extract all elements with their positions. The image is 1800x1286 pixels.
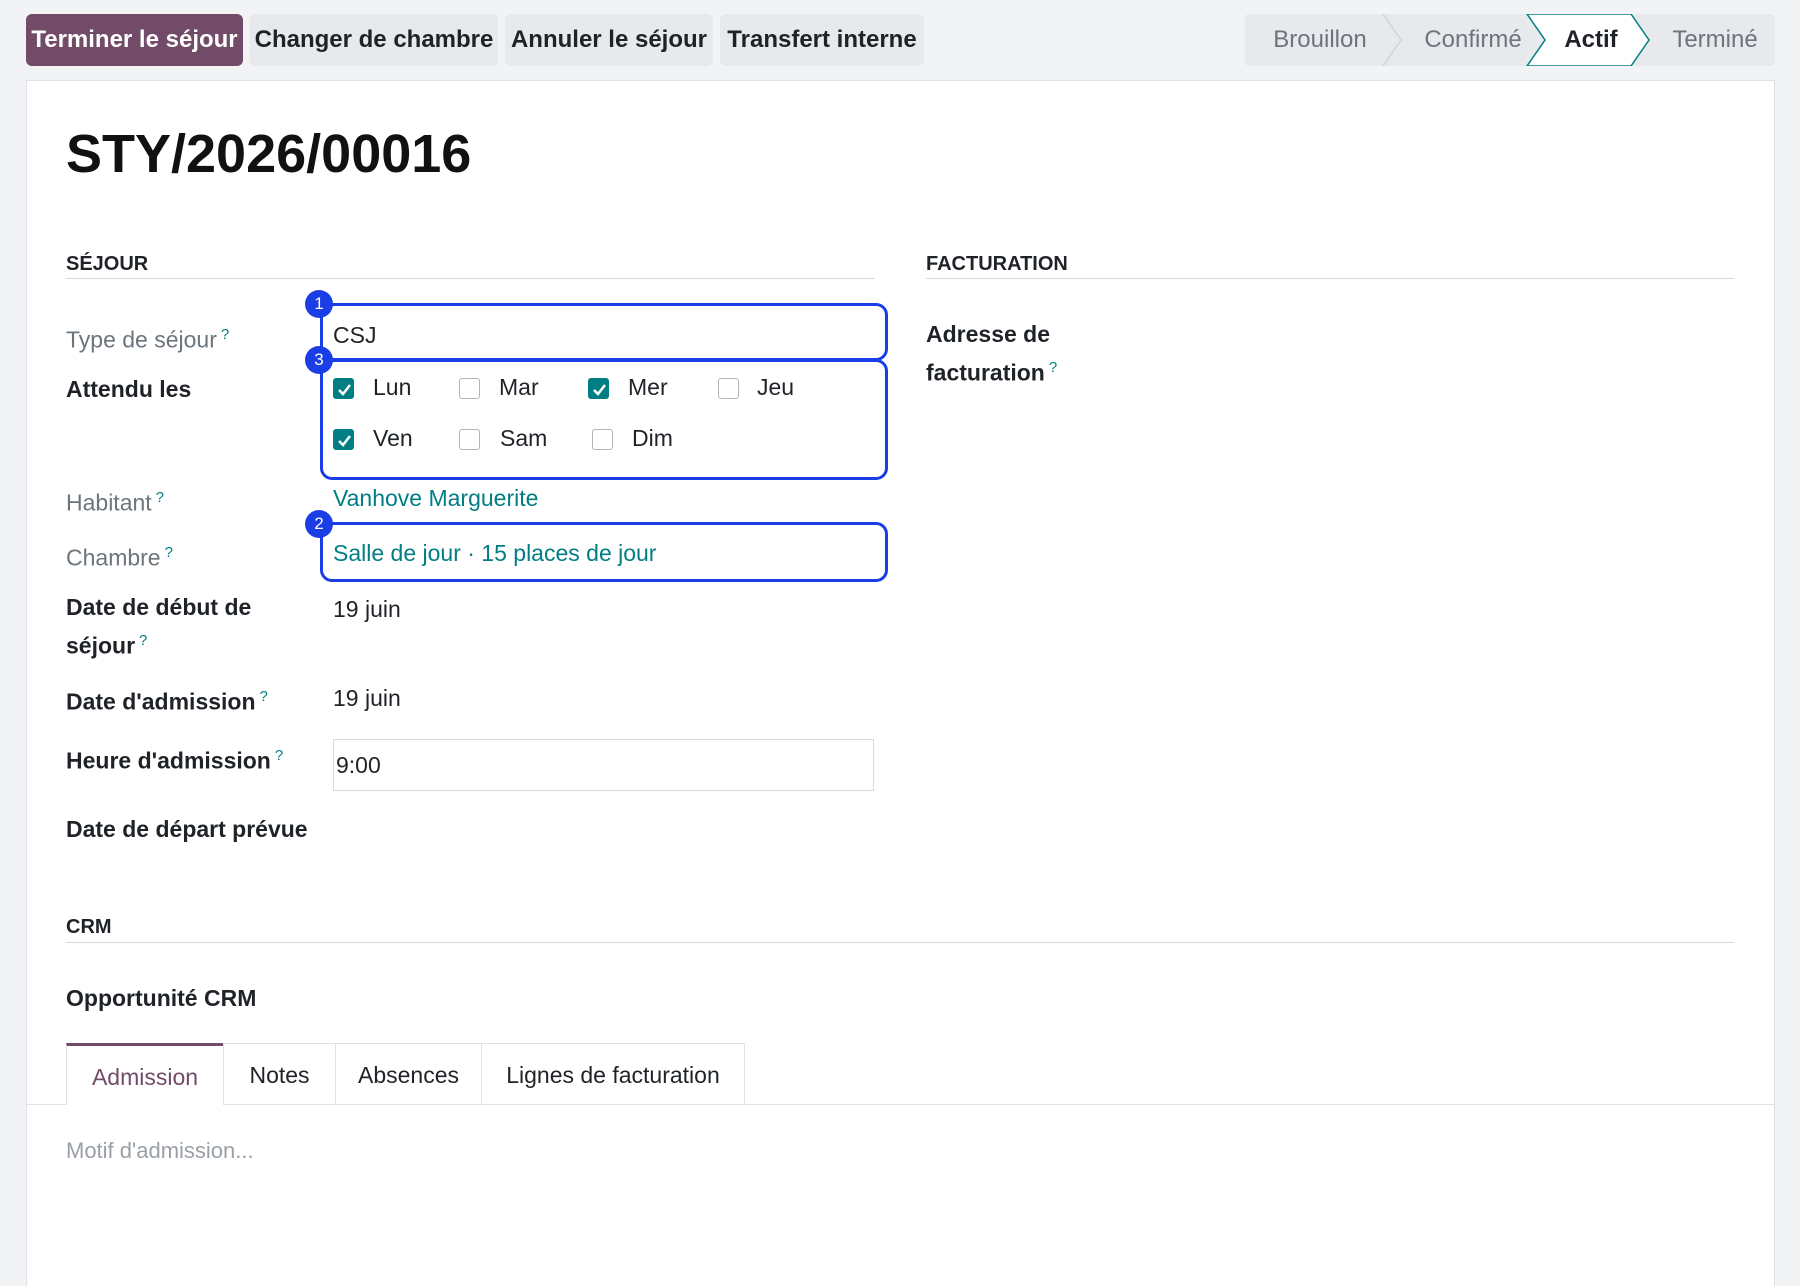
expected-days-label: Attendu les xyxy=(66,376,192,402)
highlight-box-1 xyxy=(320,303,888,361)
stage-draft[interactable]: Brouillon xyxy=(1245,14,1395,66)
section-billing-divider xyxy=(926,278,1734,279)
help-icon[interactable]: ? xyxy=(1049,359,1057,376)
checkbox-jeu[interactable] xyxy=(718,378,739,399)
stage-done[interactable]: Terminé xyxy=(1655,14,1775,66)
checkmark-icon xyxy=(338,435,351,447)
tab-admission[interactable]: Admission xyxy=(66,1043,224,1105)
checkbox-mar[interactable] xyxy=(459,378,480,399)
help-icon[interactable]: ? xyxy=(275,747,283,764)
start-date-label: Date de début de séjour? xyxy=(66,594,252,659)
stage-confirmed[interactable]: Confirmé xyxy=(1403,14,1543,66)
highlight-box-2 xyxy=(320,522,888,582)
help-icon[interactable]: ? xyxy=(165,544,173,561)
help-icon[interactable]: ? xyxy=(260,688,268,705)
stay-type-label: Type de séjour? xyxy=(66,326,230,353)
day-label-mar: Mar xyxy=(499,374,539,400)
admission-reason-input[interactable]: Motif d'admission... xyxy=(66,1138,254,1164)
section-billing-header: FACTURATION xyxy=(926,253,1068,275)
day-label-sam: Sam xyxy=(500,425,548,451)
checkbox-sam[interactable] xyxy=(459,429,480,450)
stage-active[interactable]: Actif xyxy=(1545,14,1637,66)
start-date-value: 19 juin xyxy=(333,596,401,622)
billing-address-label: Adresse de facturation? xyxy=(926,321,1058,386)
tab-notes[interactable]: Notes xyxy=(223,1043,336,1105)
day-label-dim: Dim xyxy=(632,425,673,451)
checkmark-icon xyxy=(593,384,606,396)
record-title: STY/2026/00016 xyxy=(66,124,472,184)
admission-date-value: 19 juin xyxy=(333,685,401,711)
help-icon[interactable]: ? xyxy=(139,632,147,649)
tab-absences[interactable]: Absences xyxy=(335,1043,482,1105)
section-stay-divider xyxy=(66,278,875,279)
tab-billing-lines[interactable]: Lignes de facturation xyxy=(481,1043,745,1105)
day-label-mer: Mer xyxy=(628,374,668,400)
section-crm-divider xyxy=(66,942,1734,943)
admission-date-label: Date d'admission? xyxy=(66,688,268,715)
change-room-button[interactable]: Changer de chambre xyxy=(250,14,498,66)
day-label-ven: Ven xyxy=(373,425,413,451)
annotation-badge-1: 1 xyxy=(305,290,333,318)
checkmark-icon xyxy=(338,384,351,396)
annotation-badge-3: 3 xyxy=(305,346,333,374)
room-label: Chambre? xyxy=(66,544,173,571)
help-icon[interactable]: ? xyxy=(156,489,164,506)
checkbox-lun[interactable] xyxy=(333,378,354,399)
help-icon[interactable]: ? xyxy=(221,326,229,343)
day-label-lun: Lun xyxy=(373,374,412,400)
finish-stay-button[interactable]: Terminer le séjour xyxy=(26,14,243,66)
planned-departure-label: Date de départ prévue xyxy=(66,816,308,842)
annotation-badge-2: 2 xyxy=(305,510,333,538)
day-label-jeu: Jeu xyxy=(757,374,795,400)
status-bar: Brouillon Confirmé Actif Terminé xyxy=(1245,14,1775,66)
internal-transfer-button[interactable]: Transfert interne xyxy=(720,14,924,66)
section-stay-header: SÉJOUR xyxy=(66,253,149,275)
checkbox-dim[interactable] xyxy=(592,429,613,450)
admission-time-label: Heure d'admission? xyxy=(66,747,284,774)
resident-label: Habitant? xyxy=(66,489,165,516)
cancel-stay-button[interactable]: Annuler le séjour xyxy=(505,14,713,66)
resident-link[interactable]: Vanhove Marguerite xyxy=(333,485,538,512)
admission-time-input[interactable]: 9:00 xyxy=(333,739,874,791)
section-crm-header: CRM xyxy=(66,916,112,938)
crm-opportunity-label: Opportunité CRM xyxy=(66,985,257,1011)
checkbox-mer[interactable] xyxy=(588,378,609,399)
checkbox-ven[interactable] xyxy=(333,429,354,450)
